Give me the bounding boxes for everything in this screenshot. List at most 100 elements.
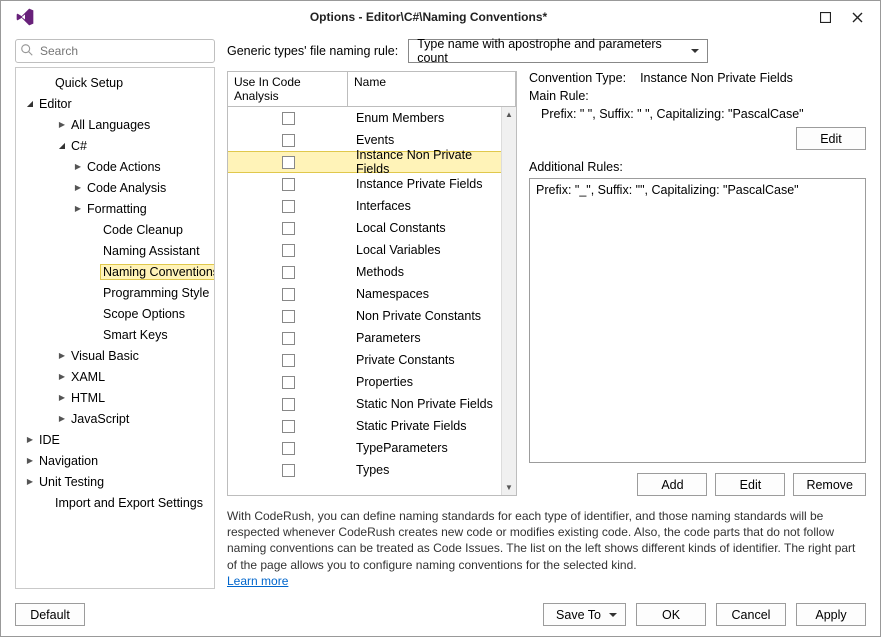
tree-label: Scope Options — [100, 306, 188, 322]
identifier-name: Enum Members — [348, 111, 501, 125]
tree-item[interactable]: Code Analysis — [16, 177, 214, 198]
scroll-down-icon[interactable]: ▼ — [502, 480, 516, 495]
tree-label: C# — [68, 138, 90, 154]
tree-label: Import and Export Settings — [52, 495, 206, 511]
edit-rule-button[interactable]: Edit — [715, 473, 785, 496]
ok-button[interactable]: OK — [636, 603, 706, 626]
use-in-analysis-checkbox[interactable] — [282, 244, 295, 257]
use-in-analysis-checkbox[interactable] — [282, 266, 295, 279]
table-row[interactable]: Local Constants — [228, 217, 501, 239]
generic-rule-dropdown[interactable]: Type name with apostrophe and parameters… — [408, 39, 708, 63]
apply-button[interactable]: Apply — [796, 603, 866, 626]
tree-expand-icon[interactable] — [72, 161, 84, 173]
learn-more-link[interactable]: Learn more — [227, 574, 288, 588]
tree-item[interactable]: XAML — [16, 366, 214, 387]
table-row[interactable]: Interfaces — [228, 195, 501, 217]
use-in-analysis-checkbox[interactable] — [282, 398, 295, 411]
use-in-analysis-checkbox[interactable] — [282, 442, 295, 455]
identifier-name: Instance Private Fields — [348, 177, 501, 191]
table-row[interactable]: Properties — [228, 371, 501, 393]
identifier-name: Interfaces — [348, 199, 501, 213]
default-button[interactable]: Default — [15, 603, 85, 626]
tree-expand-icon[interactable] — [72, 203, 84, 215]
table-row[interactable]: Private Constants — [228, 349, 501, 371]
cancel-button[interactable]: Cancel — [716, 603, 786, 626]
tree-item[interactable]: All Languages — [16, 114, 214, 135]
table-row[interactable]: Instance Non Private Fields — [228, 151, 501, 173]
tree-expand-icon[interactable] — [24, 434, 36, 446]
tree-expand-icon[interactable] — [56, 392, 68, 404]
table-row[interactable]: Enum Members — [228, 107, 501, 129]
save-to-button[interactable]: Save To — [543, 603, 626, 626]
tree-expand-icon[interactable] — [56, 119, 68, 131]
use-in-analysis-checkbox[interactable] — [282, 156, 295, 169]
table-row[interactable]: Parameters — [228, 327, 501, 349]
use-in-analysis-checkbox[interactable] — [282, 420, 295, 433]
col-name[interactable]: Name — [348, 72, 516, 106]
maximize-button[interactable] — [816, 8, 834, 26]
main-rule-edit-button[interactable]: Edit — [796, 127, 866, 150]
table-row[interactable]: Static Non Private Fields — [228, 393, 501, 415]
use-in-analysis-checkbox[interactable] — [282, 464, 295, 477]
tree-item[interactable]: Editor — [16, 93, 214, 114]
use-in-analysis-checkbox[interactable] — [282, 376, 295, 389]
tree-item[interactable]: Naming Assistant — [16, 240, 214, 261]
table-row[interactable]: Methods — [228, 261, 501, 283]
table-row[interactable]: TypeParameters — [228, 437, 501, 459]
tree-expand-icon[interactable] — [56, 371, 68, 383]
tree-expand-icon[interactable] — [56, 140, 68, 152]
tree-item[interactable]: Import and Export Settings — [16, 492, 214, 513]
table-scrollbar[interactable]: ▲ ▼ — [501, 107, 516, 495]
table-row[interactable]: Instance Private Fields — [228, 173, 501, 195]
use-in-analysis-checkbox[interactable] — [282, 112, 295, 125]
tree-item[interactable]: Navigation — [16, 450, 214, 471]
tree-item[interactable]: Programming Style — [16, 282, 214, 303]
sidebar: Quick SetupEditorAll Languages C# Code Act… — [15, 39, 215, 589]
table-row[interactable]: Local Variables — [228, 239, 501, 261]
col-use-in-analysis[interactable]: Use In Code Analysis — [228, 72, 348, 106]
search-icon — [20, 43, 34, 57]
tree-expand-icon[interactable] — [72, 182, 84, 194]
tree-item[interactable]: C# — [16, 135, 214, 156]
tree-item[interactable]: Unit Testing — [16, 471, 214, 492]
scroll-up-icon[interactable]: ▲ — [502, 107, 516, 122]
search-input[interactable] — [15, 39, 215, 63]
tree-expand-icon[interactable] — [56, 413, 68, 425]
table-row[interactable]: Namespaces — [228, 283, 501, 305]
tree-expand-icon[interactable] — [56, 350, 68, 362]
options-tree[interactable]: Quick SetupEditorAll Languages C# Code Act… — [15, 67, 215, 589]
table-row[interactable]: Static Private Fields — [228, 415, 501, 437]
tree-item[interactable]: JavaScript — [16, 408, 214, 429]
use-in-analysis-checkbox[interactable] — [282, 332, 295, 345]
tree-item[interactable]: Smart Keys — [16, 324, 214, 345]
use-in-analysis-checkbox[interactable] — [282, 354, 295, 367]
tree-item[interactable]: IDE — [16, 429, 214, 450]
table-row[interactable]: Non Private Constants — [228, 305, 501, 327]
tree-expand-icon[interactable] — [24, 98, 36, 110]
tree-spacer — [40, 77, 52, 89]
tree-expand-icon[interactable] — [24, 476, 36, 488]
use-in-analysis-checkbox[interactable] — [282, 134, 295, 147]
use-in-analysis-checkbox[interactable] — [282, 288, 295, 301]
tree-item[interactable]: Scope Options — [16, 303, 214, 324]
use-in-analysis-checkbox[interactable] — [282, 200, 295, 213]
tree-item[interactable]: Visual Basic — [16, 345, 214, 366]
close-button[interactable] — [848, 8, 866, 26]
table-row[interactable]: Types — [228, 459, 501, 481]
tree-item[interactable]: Naming Conventions — [16, 261, 214, 282]
additional-rules-list[interactable]: Prefix: "_", Suffix: "", Capitalizing: "… — [529, 178, 866, 463]
tree-item[interactable]: Code Actions — [16, 156, 214, 177]
tree-item[interactable]: Formatting — [16, 198, 214, 219]
use-in-analysis-checkbox[interactable] — [282, 222, 295, 235]
add-rule-button[interactable]: Add — [637, 473, 707, 496]
additional-rule-item[interactable]: Prefix: "_", Suffix: "", Capitalizing: "… — [536, 183, 859, 197]
tree-item[interactable]: Code Cleanup — [16, 219, 214, 240]
tree-item[interactable]: HTML — [16, 387, 214, 408]
identifier-name: Methods — [348, 265, 501, 279]
use-in-analysis-checkbox[interactable] — [282, 178, 295, 191]
use-in-analysis-checkbox[interactable] — [282, 310, 295, 323]
tree-spacer — [88, 224, 100, 236]
remove-rule-button[interactable]: Remove — [793, 473, 866, 496]
tree-item[interactable]: Quick Setup — [16, 72, 214, 93]
tree-expand-icon[interactable] — [24, 455, 36, 467]
